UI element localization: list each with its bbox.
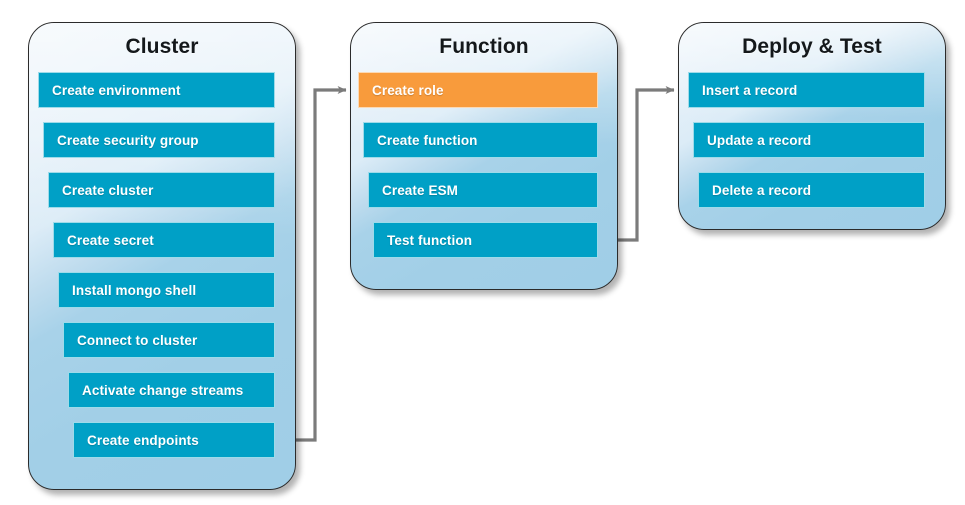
step-box[interactable]: Activate change streams <box>68 372 275 408</box>
step-box[interactable]: Create cluster <box>48 172 275 208</box>
panel-title-function: Function <box>439 35 529 58</box>
step-box[interactable]: Create secret <box>53 222 275 258</box>
step-box[interactable]: Create endpoints <box>73 422 275 458</box>
step-box[interactable]: Create role <box>358 72 598 108</box>
step-box[interactable]: Insert a record <box>688 72 925 108</box>
step-box[interactable]: Update a record <box>693 122 925 158</box>
step-box[interactable]: Test function <box>373 222 598 258</box>
step-box[interactable]: Delete a record <box>698 172 925 208</box>
step-box[interactable]: Connect to cluster <box>63 322 275 358</box>
step-box[interactable]: Create function <box>363 122 598 158</box>
step-box[interactable]: Create environment <box>38 72 275 108</box>
step-box[interactable]: Create ESM <box>368 172 598 208</box>
panel-title-cluster: Cluster <box>125 35 199 58</box>
connector-cluster-to-function <box>296 86 347 442</box>
step-box[interactable]: Install mongo shell <box>58 272 275 308</box>
connector-function-to-deploy-test <box>618 86 675 242</box>
diagram-canvas: Cluster Create environment Create security… <box>0 0 965 505</box>
step-box[interactable]: Create security group <box>43 122 275 158</box>
panel-title-deploy-test: Deploy & Test <box>742 35 882 58</box>
